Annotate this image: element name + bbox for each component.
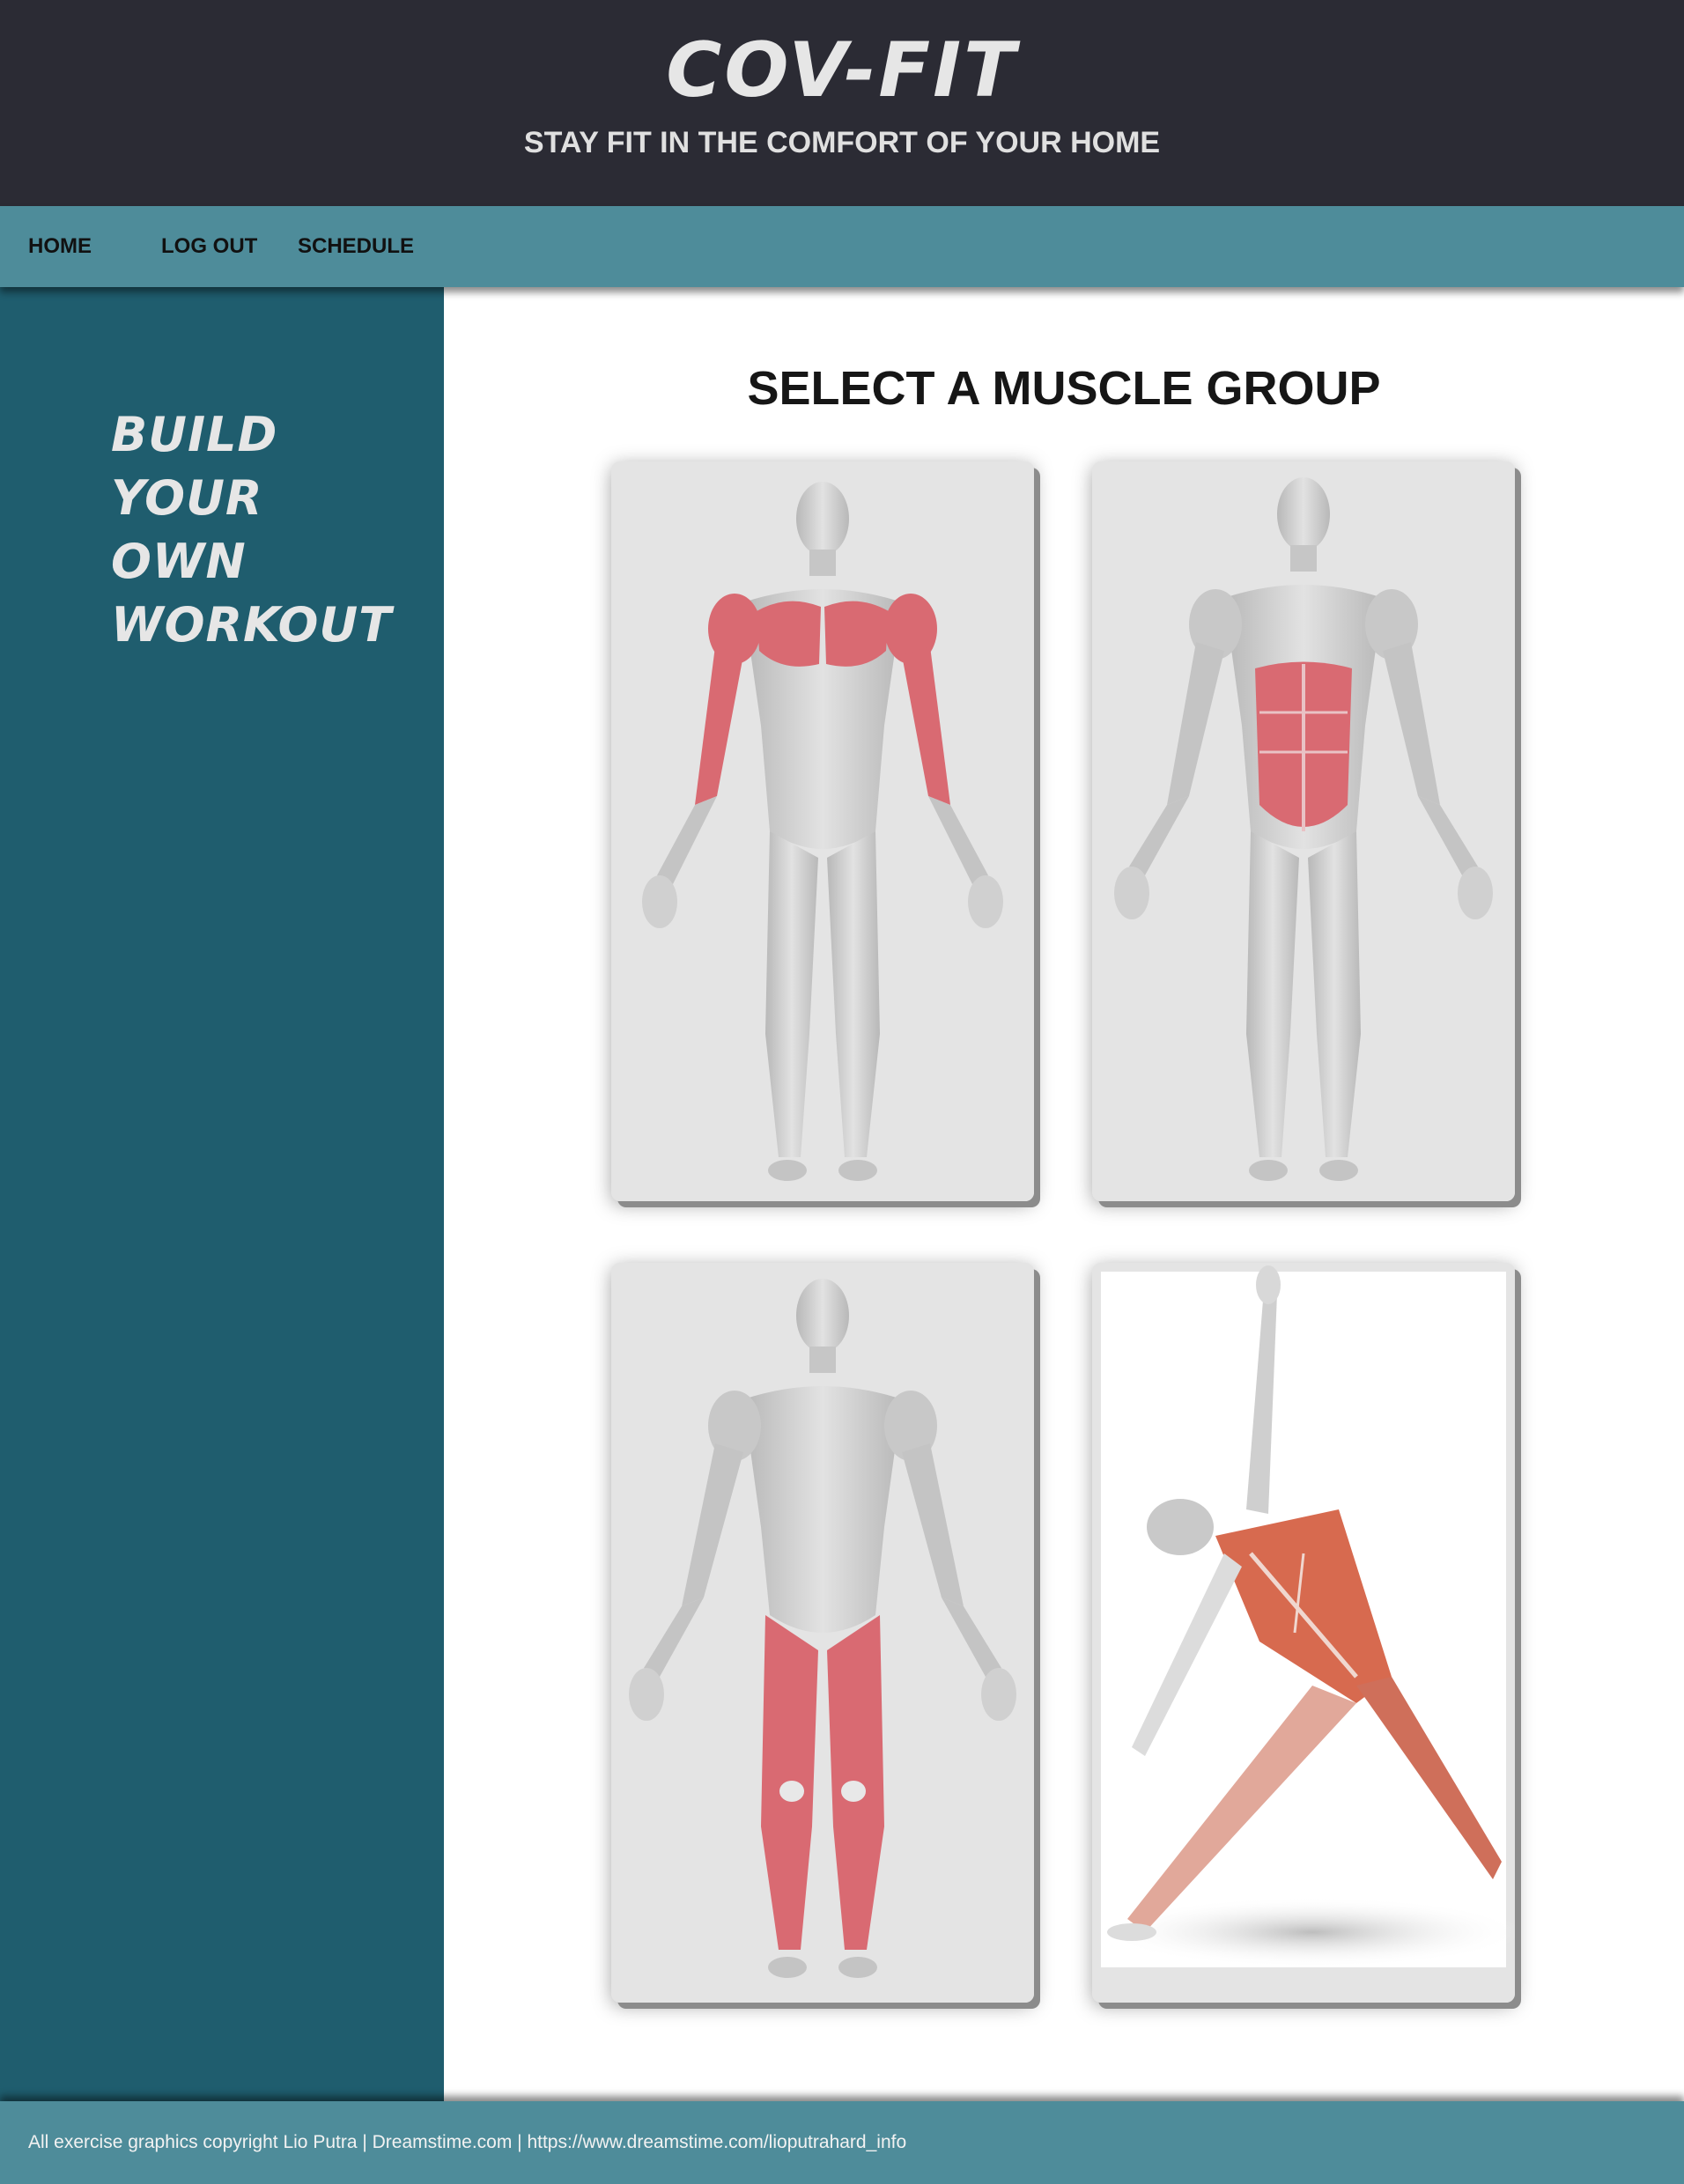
- muscle-card-core[interactable]: [1092, 461, 1515, 1201]
- sidebar-slogan: BUILD YOUR OWN WORKOUT: [111, 403, 410, 657]
- anatomy-upper-body-image: [611, 461, 1034, 1201]
- main-nav: HOME LOG OUT SCHEDULE: [0, 206, 1684, 287]
- muscle-card-stretch[interactable]: [1092, 1263, 1515, 2003]
- nav-home-link[interactable]: HOME: [28, 206, 92, 287]
- page-title: SELECT A MUSCLE GROUP: [747, 362, 1381, 415]
- site-header: COV-FIT STAY FIT IN THE COMFORT OF YOUR …: [0, 0, 1684, 206]
- nav-schedule-link[interactable]: SCHEDULE: [298, 206, 414, 287]
- slogan-line: WORKOUT: [111, 597, 393, 653]
- anatomy-stretch-image: [1092, 1263, 1515, 2003]
- sidebar: BUILD YOUR OWN WORKOUT: [0, 287, 444, 2101]
- main-content: SELECT A MUSCLE GROUP: [444, 287, 1684, 2101]
- footer-copyright: All exercise graphics copyright Lio Putr…: [28, 2132, 907, 2152]
- brand-logo-title: COV-FIT: [666, 26, 1018, 114]
- muscle-card-upper-body[interactable]: [611, 461, 1034, 1201]
- nav-logout-link[interactable]: LOG OUT: [161, 206, 257, 287]
- anatomy-legs-image: [611, 1263, 1034, 2003]
- brand-tagline: STAY FIT IN THE COMFORT OF YOUR HOME: [523, 126, 1161, 159]
- site-footer: All exercise graphics copyright Lio Putr…: [0, 2101, 1684, 2184]
- slogan-line: BUILD: [111, 407, 278, 462]
- slogan-line: YOUR: [111, 470, 263, 526]
- slogan-line: OWN: [111, 534, 247, 589]
- muscle-card-legs[interactable]: [611, 1263, 1034, 2003]
- anatomy-core-image: [1092, 461, 1515, 1201]
